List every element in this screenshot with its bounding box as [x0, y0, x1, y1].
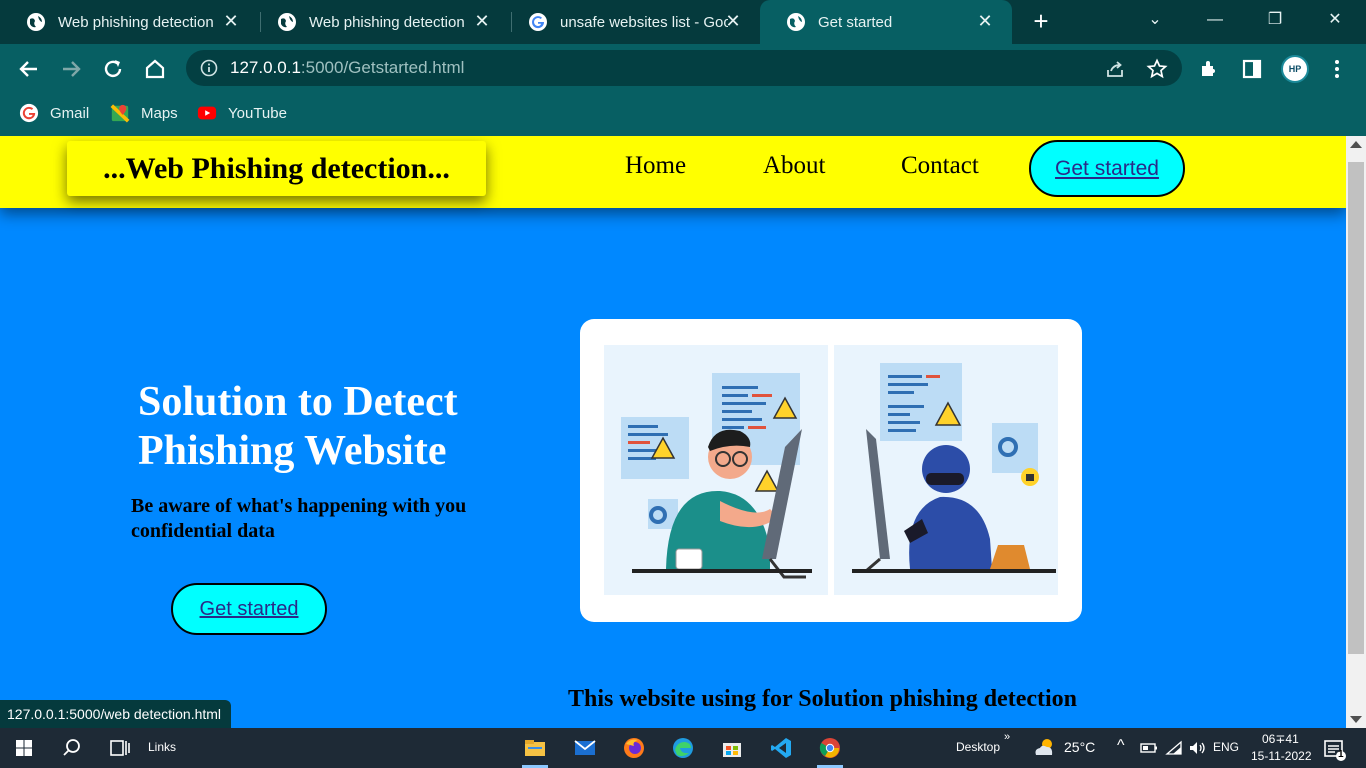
- edge-icon[interactable]: [671, 736, 695, 760]
- volume-icon[interactable]: [1187, 738, 1207, 758]
- home-icon[interactable]: [142, 56, 168, 82]
- bookmark-label: YouTube: [228, 104, 287, 122]
- store-icon[interactable]: [720, 736, 744, 760]
- weather-temperature[interactable]: 25°C: [1064, 739, 1095, 755]
- tab-search-chevron-icon[interactable]: ⌄: [1140, 8, 1170, 32]
- link-status-bubble: 127.0.0.1:5000/web detection.html: [0, 700, 232, 728]
- scroll-down-arrow-icon[interactable]: [1350, 716, 1362, 723]
- google-icon: [529, 13, 547, 31]
- battery-icon[interactable]: [1140, 738, 1158, 758]
- restore-button[interactable]: ❐: [1260, 8, 1290, 32]
- browser-toolbar: 127.0.0.1:5000/Getstarted.html HP: [0, 44, 1366, 92]
- site-logo: ...Web Phishing detection...: [67, 141, 486, 196]
- nav-contact-link[interactable]: Contact: [901, 152, 979, 180]
- tab-title: Web phishing detection: [58, 13, 214, 31]
- tab-title: Get started: [818, 13, 893, 31]
- firefox-icon[interactable]: [622, 736, 646, 760]
- footer-caption: This website using for Solution phishing…: [568, 686, 1078, 712]
- globe-icon: [278, 13, 296, 31]
- bookmarks-bar: Gmail Maps YouTube: [0, 92, 1366, 136]
- links-toolbar-label[interactable]: Links: [148, 740, 176, 754]
- back-arrow-icon[interactable]: [16, 56, 42, 82]
- hidden-icons-chevron-icon[interactable]: ^: [1117, 737, 1125, 755]
- scrollbar-thumb[interactable]: [1348, 162, 1364, 654]
- globe-icon: [27, 13, 45, 31]
- wifi-icon[interactable]: [1165, 738, 1185, 758]
- close-icon[interactable]: ✕: [724, 12, 742, 30]
- globe-icon: [787, 13, 805, 31]
- info-icon[interactable]: [200, 59, 218, 77]
- tab-title: unsafe websites list - Goo: [560, 13, 728, 31]
- windows-start-icon[interactable]: [12, 736, 36, 760]
- desktop-toolbar-label[interactable]: Desktop: [956, 740, 1000, 754]
- tab-title: Web phishing detection: [309, 13, 465, 31]
- menu-kebab-icon[interactable]: [1325, 57, 1349, 81]
- search-icon[interactable]: [60, 736, 84, 760]
- bookmark-star-icon[interactable]: [1146, 58, 1168, 80]
- close-icon[interactable]: ✕: [976, 12, 994, 30]
- share-icon[interactable]: [1104, 58, 1126, 80]
- notification-count-badge: 1: [1338, 749, 1344, 760]
- tab-web-phishing-2[interactable]: Web phishing detection ✕: [251, 0, 509, 44]
- hero-subtitle: Be aware of what's happening with you co…: [131, 495, 467, 542]
- toolbar-overflow-chevron-icon[interactable]: »: [1004, 731, 1010, 743]
- page-scrollbar[interactable]: [1346, 136, 1366, 728]
- get-started-hero-button[interactable]: Get started: [171, 583, 327, 635]
- tab-get-started[interactable]: Get started ✕: [760, 0, 1012, 44]
- site-header: ...Web Phishing detection... Home About …: [0, 136, 1346, 208]
- input-language[interactable]: ENG: [1213, 740, 1239, 754]
- page-viewport: ...Web Phishing detection... Home About …: [0, 136, 1346, 728]
- weather-cloud-sun-icon[interactable]: [1032, 736, 1056, 760]
- minimize-button[interactable]: —: [1200, 8, 1230, 32]
- url-text: 127.0.0.1:5000/Getstarted.html: [230, 58, 465, 77]
- bookmark-youtube[interactable]: YouTube: [196, 102, 287, 124]
- google-icon: [19, 103, 39, 123]
- mail-icon[interactable]: [573, 736, 597, 760]
- address-bar[interactable]: 127.0.0.1:5000/Getstarted.html: [186, 50, 1182, 86]
- bookmark-label: Gmail: [50, 104, 90, 122]
- clock-time[interactable]: 06∓41: [1262, 732, 1299, 746]
- close-icon[interactable]: ✕: [222, 12, 240, 30]
- nav-about-link[interactable]: About: [763, 152, 826, 180]
- extensions-icon[interactable]: [1198, 57, 1222, 81]
- tab-strip: Web phishing detection ✕ Web phishing de…: [0, 0, 1366, 44]
- get-started-header-button[interactable]: Get started: [1029, 140, 1185, 197]
- forward-arrow-icon[interactable]: [58, 56, 84, 82]
- bookmark-label: Maps: [141, 104, 178, 122]
- close-icon[interactable]: ✕: [473, 12, 491, 30]
- chrome-icon[interactable]: [818, 736, 842, 760]
- hacker-vs-user-illustration: [604, 345, 1058, 595]
- close-window-button[interactable]: ✕: [1320, 8, 1350, 32]
- side-panel-icon[interactable]: [1240, 57, 1264, 81]
- scroll-up-arrow-icon[interactable]: [1350, 141, 1362, 148]
- tab-web-phishing-1[interactable]: Web phishing detection ✕: [0, 0, 258, 44]
- windows-taskbar: Links Desktop » 25°C ^ ENG 06∓41 15-11-2…: [0, 728, 1366, 768]
- profile-avatar[interactable]: HP: [1281, 55, 1309, 83]
- clock-date[interactable]: 15-11-2022: [1251, 749, 1312, 763]
- tab-google-search[interactable]: unsafe websites list - Goo ✕: [502, 0, 760, 44]
- task-view-icon[interactable]: [108, 736, 132, 760]
- new-tab-button[interactable]: +: [1030, 8, 1052, 34]
- nav-home-link[interactable]: Home: [625, 152, 686, 180]
- reload-icon[interactable]: [100, 56, 126, 82]
- vscode-icon[interactable]: [769, 736, 793, 760]
- hero-title: Solution to Detect Phishing Website: [138, 379, 458, 474]
- phishing-illustration: [580, 319, 1082, 622]
- youtube-icon: [197, 106, 217, 120]
- bookmark-maps[interactable]: Maps: [109, 102, 178, 124]
- bookmark-gmail[interactable]: Gmail: [18, 102, 89, 124]
- maps-icon: [110, 104, 130, 123]
- file-explorer-icon[interactable]: [523, 736, 547, 760]
